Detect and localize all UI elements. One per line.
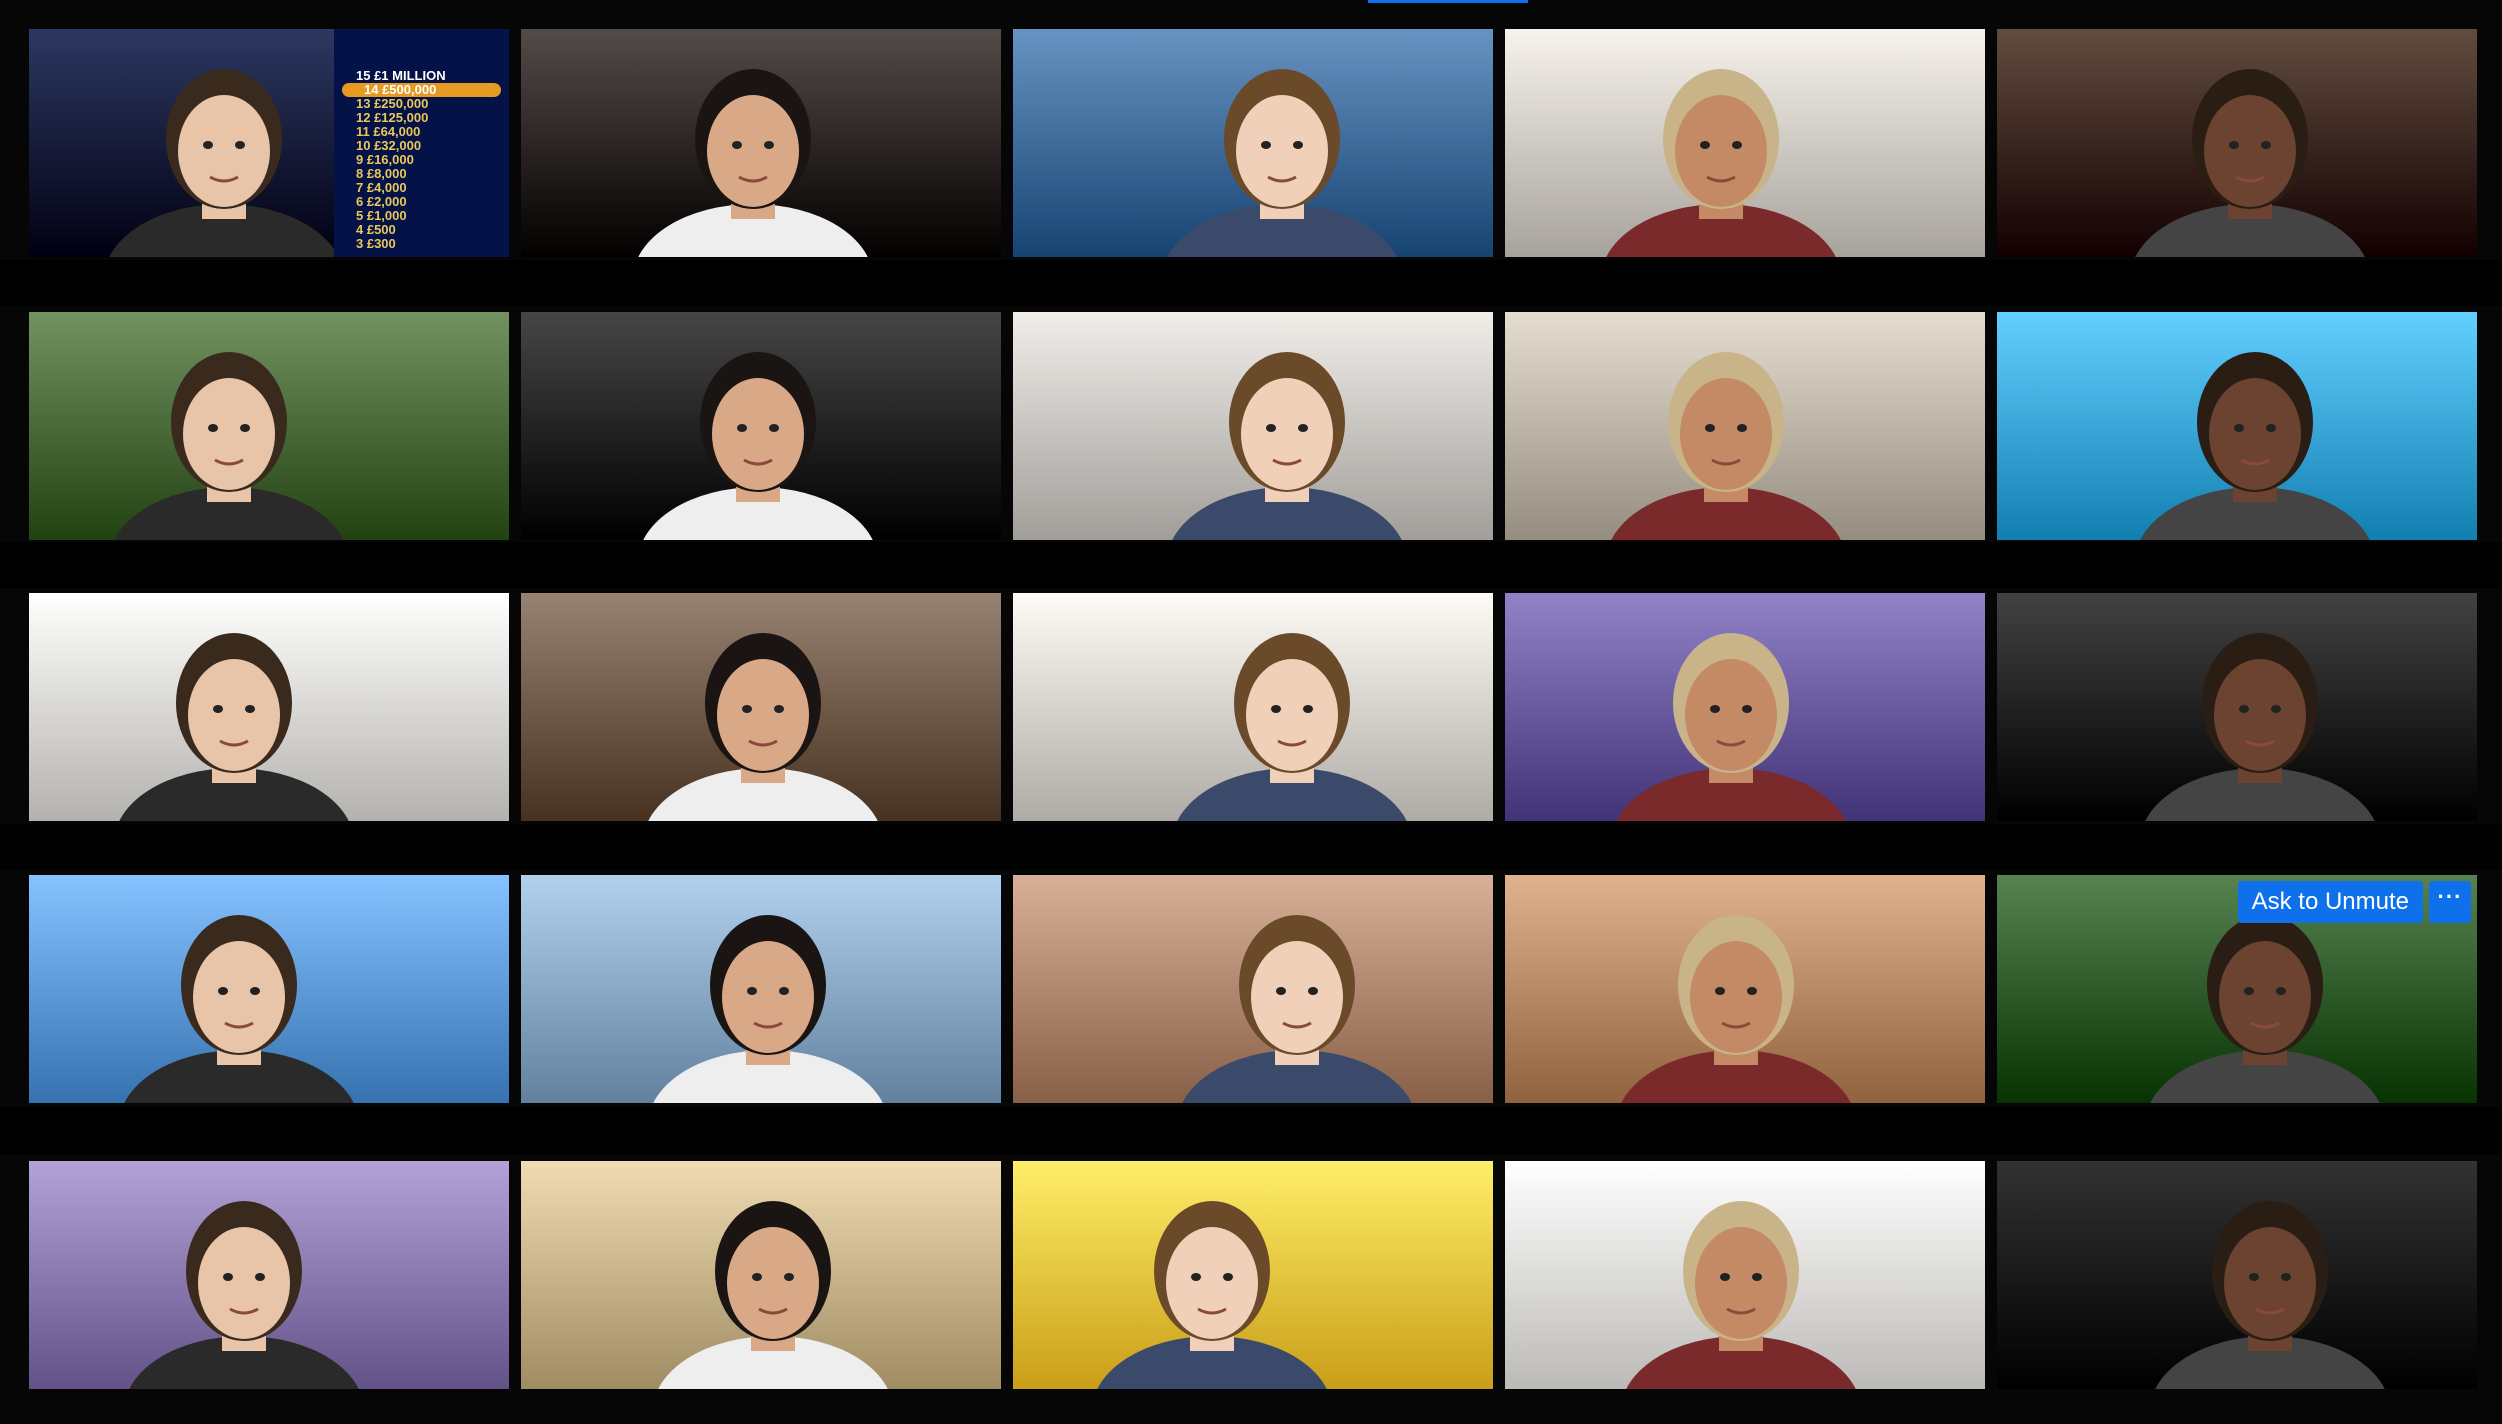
participant-tile-15[interactable]	[1997, 593, 2477, 821]
participant-tile-6[interactable]	[29, 312, 509, 540]
participant-tile-9[interactable]	[1505, 312, 1985, 540]
participant-video	[1997, 312, 2477, 540]
participant-video	[521, 1161, 1001, 1389]
more-options-button[interactable]: ···	[2429, 881, 2471, 923]
prize-row: 13 £250,000	[356, 96, 429, 111]
tile-controls: Ask to Unmute ···	[2237, 881, 2471, 923]
participant-tile-20[interactable]: Ask to Unmute ···	[1997, 875, 2477, 1103]
participant-video	[1505, 593, 1985, 821]
participant-tile-12[interactable]	[521, 593, 1001, 821]
participant-video	[521, 875, 1001, 1103]
prize-row: 3 £300	[356, 236, 396, 251]
participant-video	[1997, 593, 2477, 821]
participant-tile-18[interactable]	[1013, 875, 1493, 1103]
row-separator	[0, 1107, 2502, 1155]
participant-tile-24[interactable]	[1505, 1161, 1985, 1389]
prize-row: 9 £16,000	[356, 152, 414, 167]
participant-tile-1[interactable]: 15 £1 MILLION 14 £500,000 13 £250,000 12 £1…	[29, 29, 509, 257]
prize-row: 14 £500,000	[342, 83, 501, 97]
active-speaker-indicator	[1368, 0, 1528, 3]
participant-video	[29, 593, 509, 821]
ask-to-unmute-button[interactable]: Ask to Unmute	[2237, 881, 2423, 923]
prize-row: 4 £500	[356, 222, 396, 237]
participant-video	[521, 593, 1001, 821]
participant-tile-4[interactable]	[1505, 29, 1985, 257]
participant-video	[1505, 875, 1985, 1103]
participant-tile-7[interactable]	[521, 312, 1001, 540]
participant-video	[1505, 312, 1985, 540]
prize-row: 5 £1,000	[356, 208, 407, 223]
gallery-view: 15 £1 MILLION 14 £500,000 13 £250,000 12 £1…	[0, 0, 2502, 1424]
row-separator	[0, 824, 2502, 870]
participant-tile-16[interactable]	[29, 875, 509, 1103]
participant-video	[1505, 1161, 1985, 1389]
prize-row: 10 £32,000	[356, 138, 422, 153]
participant-tile-3[interactable]	[1013, 29, 1493, 257]
prize-row: 6 £2,000	[356, 194, 407, 209]
participant-video	[29, 875, 509, 1103]
participant-video	[1997, 29, 2477, 257]
participant-video	[1013, 593, 1493, 821]
participant-tile-14[interactable]	[1505, 593, 1985, 821]
participant-video	[1013, 1161, 1493, 1389]
prize-row: 11 £64,000	[356, 124, 421, 139]
participant-tile-21[interactable]	[29, 1161, 509, 1389]
participant-video	[1997, 1161, 2477, 1389]
millionaire-board: 15 £1 MILLION 14 £500,000 13 £250,000 12 £1…	[334, 29, 509, 257]
participant-tile-13[interactable]	[1013, 593, 1493, 821]
participant-video	[1505, 29, 1985, 257]
participant-tile-25[interactable]	[1997, 1161, 2477, 1389]
row-separator	[0, 260, 2502, 306]
participant-video	[1013, 312, 1493, 540]
row-separator	[0, 542, 2502, 588]
prize-row: 7 £4,000	[356, 180, 407, 195]
participant-video	[521, 29, 1001, 257]
participant-video	[1013, 875, 1493, 1103]
participant-video	[1013, 29, 1493, 257]
participant-tile-22[interactable]	[521, 1161, 1001, 1389]
more-dots-icon: ···	[2437, 884, 2463, 909]
prize-row: 12 £125,000	[356, 110, 429, 125]
participant-video	[521, 312, 1001, 540]
participant-tile-23[interactable]	[1013, 1161, 1493, 1389]
participant-tile-19[interactable]	[1505, 875, 1985, 1103]
participant-tile-10[interactable]	[1997, 312, 2477, 540]
participant-tile-11[interactable]	[29, 593, 509, 821]
participant-video	[29, 312, 509, 540]
participant-tile-5[interactable]	[1997, 29, 2477, 257]
prize-row: 8 £8,000	[356, 166, 407, 181]
prize-row: 15 £1 MILLION	[356, 68, 446, 83]
participant-tile-2[interactable]	[521, 29, 1001, 257]
participant-tile-8[interactable]	[1013, 312, 1493, 540]
participant-tile-17[interactable]	[521, 875, 1001, 1103]
participant-video	[29, 1161, 509, 1389]
